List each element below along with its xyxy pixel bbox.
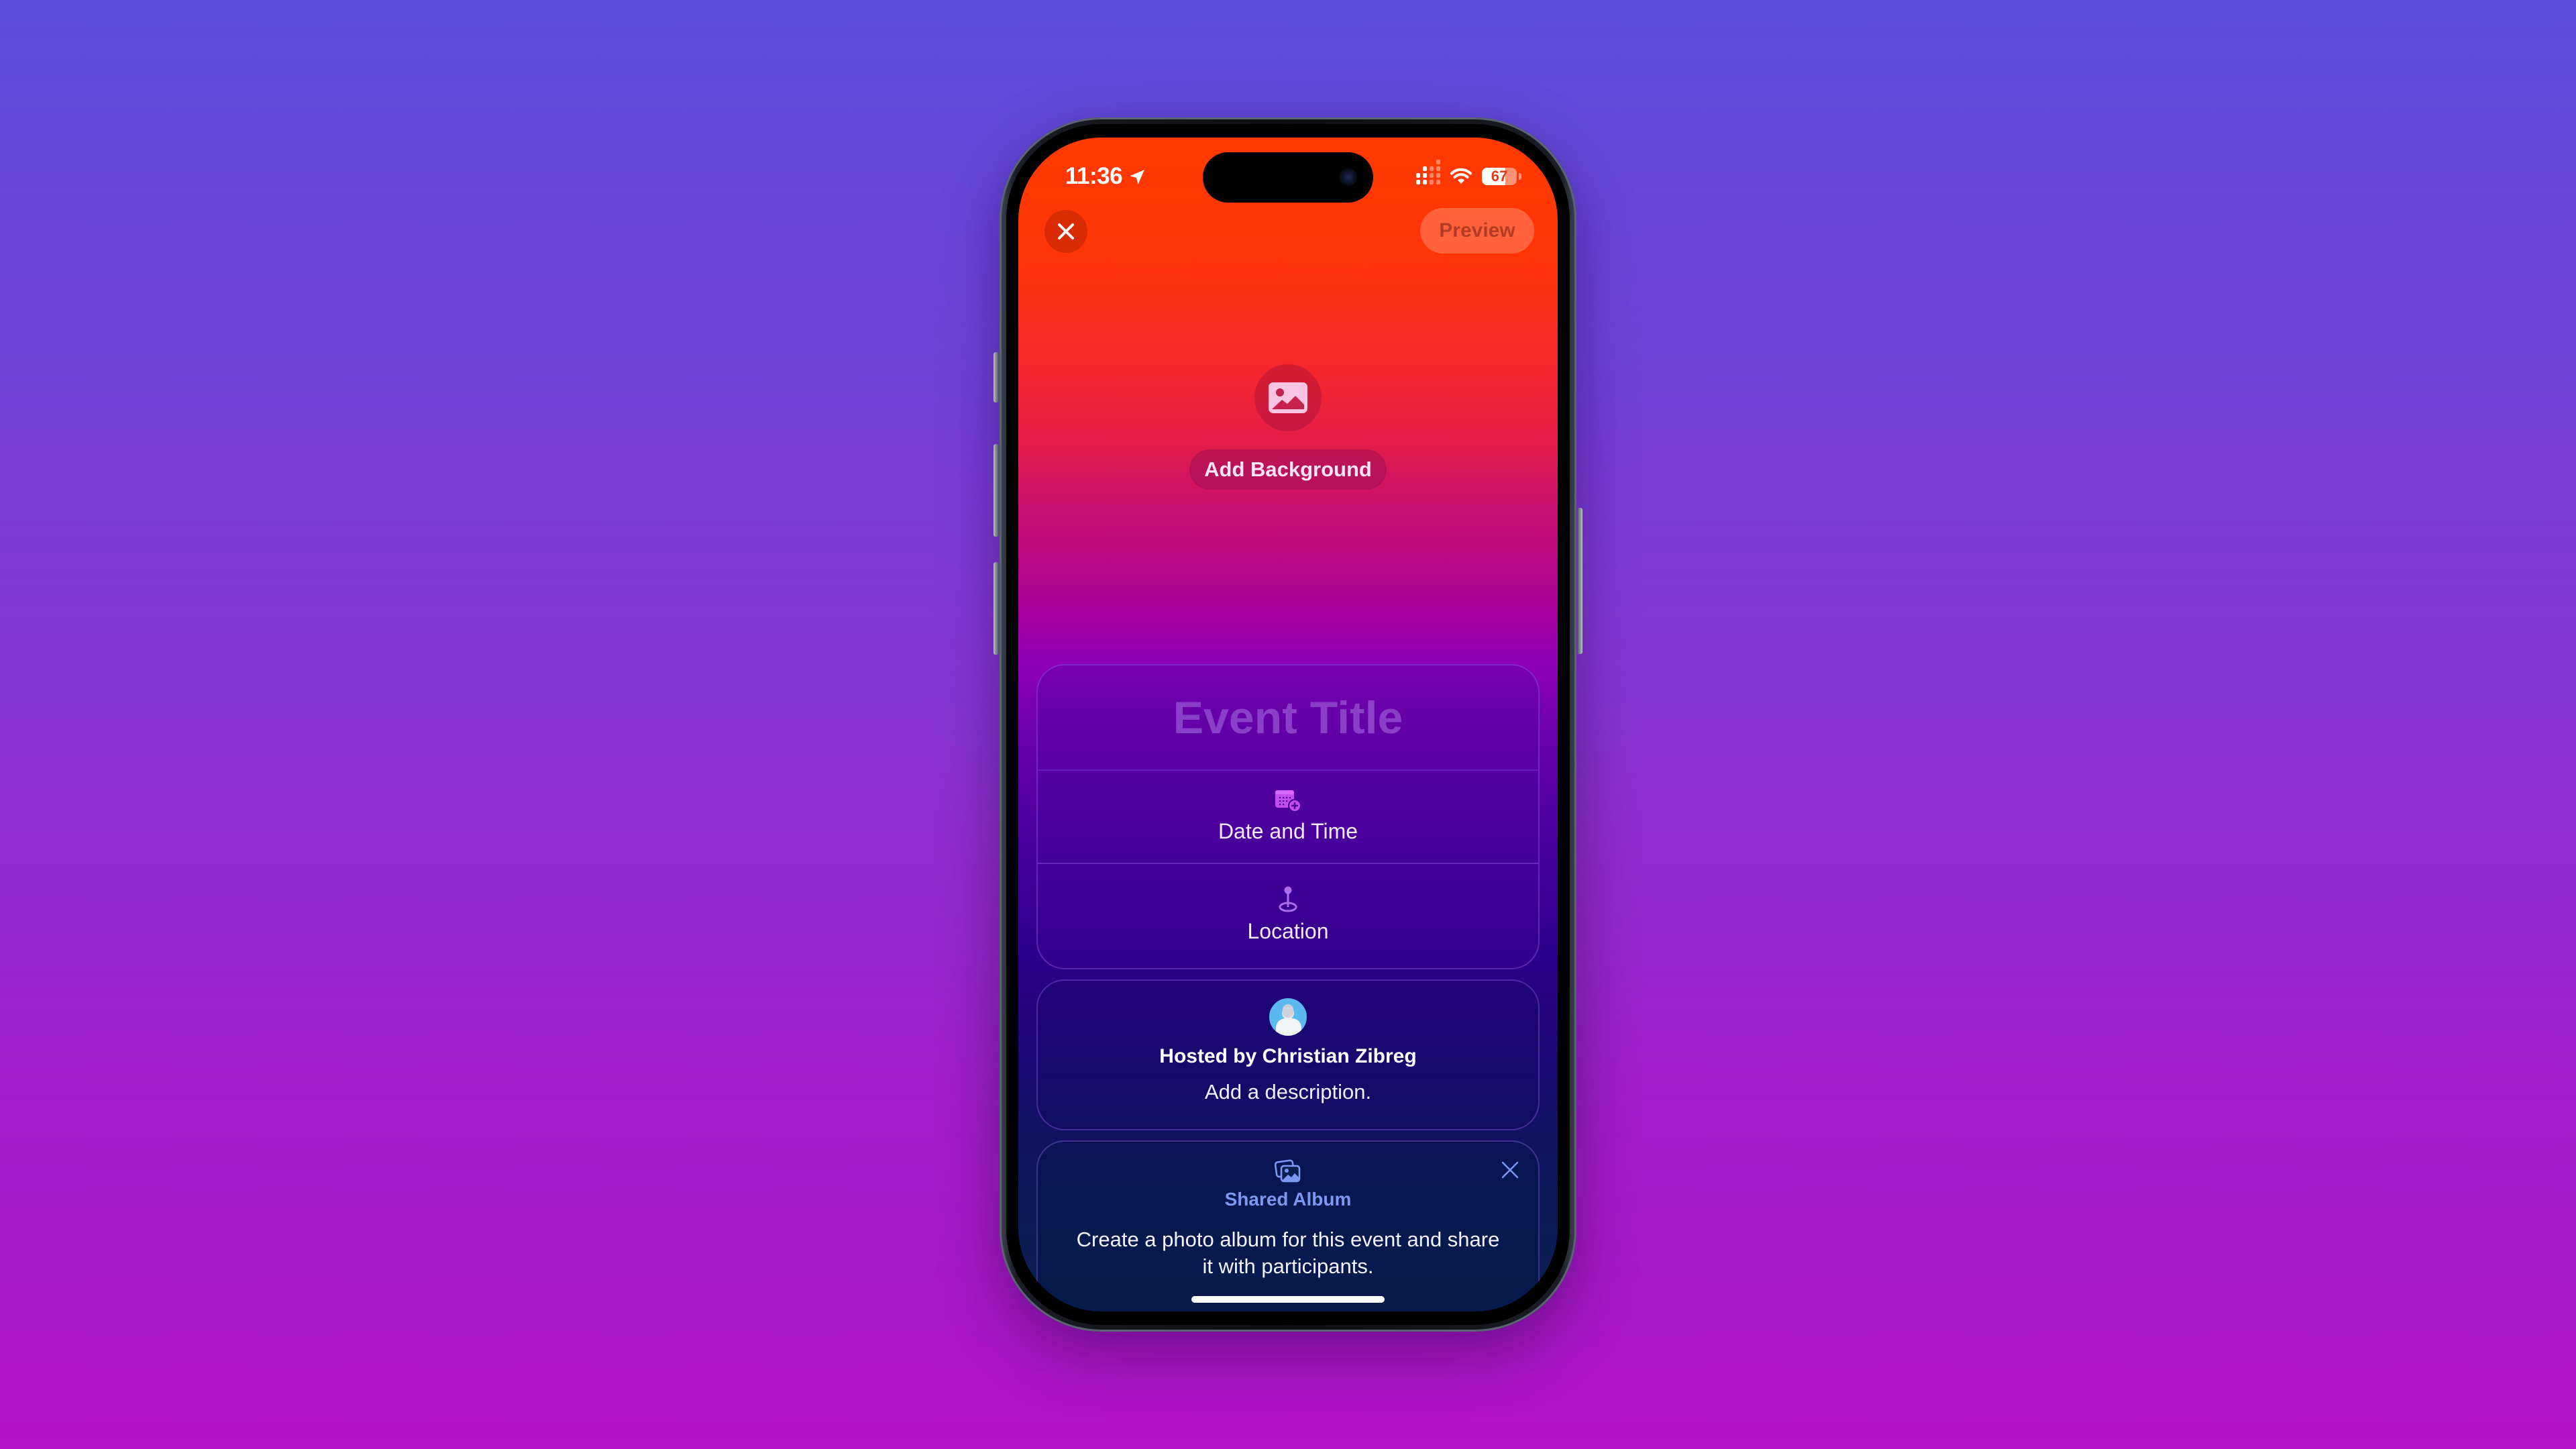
close-button[interactable] [1044, 210, 1087, 253]
battery-icon: 67 [1482, 168, 1517, 185]
screen: 11:36 67 Preview Add Background Event Ti… [1018, 138, 1558, 1311]
photo-stack-icon [1275, 1159, 1301, 1183]
power-button [1577, 508, 1582, 654]
signal-bar [1436, 160, 1440, 184]
host-avatar [1269, 998, 1307, 1036]
shared-album-row[interactable]: Shared Album Create a photo album for th… [1038, 1142, 1538, 1280]
signal-bar [1423, 166, 1427, 184]
location-row[interactable]: Location [1038, 864, 1538, 965]
signal-bar [1430, 166, 1434, 184]
photo-icon [1269, 382, 1307, 413]
front-camera [1340, 168, 1357, 186]
description-field[interactable]: Add a description. [1205, 1080, 1371, 1104]
status-indicators: 67 [1416, 160, 1521, 189]
dynamic-island [1203, 152, 1373, 203]
add-background-button[interactable]: Add Background [1189, 449, 1387, 490]
host-row: Hosted by Christian Zibreg Add a descrip… [1038, 981, 1538, 1104]
close-icon [1058, 223, 1074, 239]
event-title-row[interactable] [1038, 665, 1538, 771]
volume-up-button [994, 444, 999, 537]
location-label: Location [1247, 918, 1329, 943]
cellular-signal-icon [1416, 160, 1440, 184]
shared-album-description: Create a photo album for this event and … [1076, 1228, 1500, 1278]
date-and-time-row[interactable]: Date and Time [1038, 771, 1538, 864]
battery-level: 67 [1491, 168, 1508, 184]
shared-album-title: Shared Album [1224, 1189, 1352, 1210]
shared-album-card[interactable]: Shared Album Create a photo album for th… [1036, 1140, 1540, 1311]
event-title-input[interactable] [1038, 691, 1538, 744]
signal-bar [1416, 173, 1420, 184]
add-background-icon-button[interactable] [1254, 364, 1322, 431]
battery-cap [1519, 173, 1521, 180]
date-and-time-label: Date and Time [1218, 819, 1358, 843]
volume-down-button [994, 562, 999, 655]
host-card: Hosted by Christian Zibreg Add a descrip… [1036, 979, 1540, 1130]
action-button [994, 352, 999, 402]
calendar-add-icon [1275, 790, 1301, 812]
host-name: Hosted by Christian Zibreg [1159, 1045, 1417, 1067]
iphone-device-frame: 11:36 67 Preview Add Background Event Ti… [994, 117, 1582, 1332]
home-indicator[interactable] [1191, 1296, 1385, 1303]
status-time: 11:36 [1065, 163, 1123, 189]
event-details-card: Date and Time Location [1036, 664, 1540, 969]
location-pin-icon [1279, 886, 1297, 912]
location-arrow-icon [1130, 170, 1144, 184]
preview-button[interactable]: Preview [1420, 208, 1534, 254]
wifi-icon [1450, 168, 1472, 184]
